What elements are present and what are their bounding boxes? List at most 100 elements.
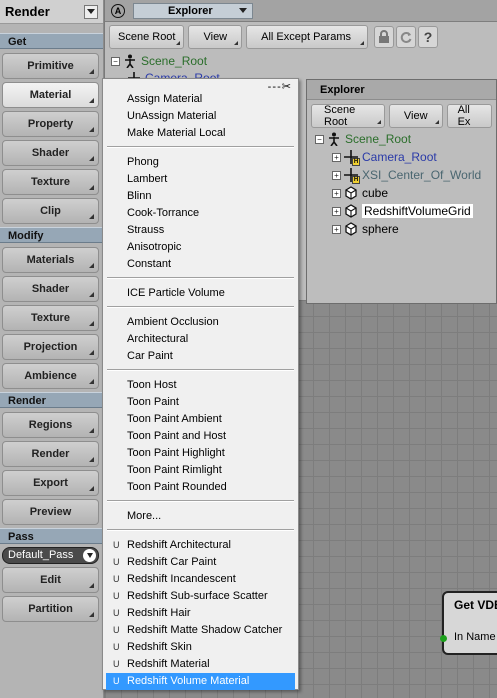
expand-icon[interactable]: +: [332, 188, 341, 198]
pass-select[interactable]: Default_Pass: [2, 547, 99, 564]
toolbar-title-bar[interactable]: Render: [0, 0, 103, 24]
button-ambience[interactable]: Ambience: [2, 363, 99, 389]
button-texture[interactable]: Texture: [2, 169, 99, 195]
menu-item-car-paint[interactable]: Car Paint: [106, 348, 295, 365]
button-preview[interactable]: Preview: [2, 499, 99, 525]
view-button[interactable]: View: [188, 25, 243, 49]
button-materials[interactable]: Materials: [2, 247, 99, 273]
tree-row[interactable]: + H XSI_Center_Of_World: [332, 168, 482, 184]
get-vdb-node[interactable]: Get VDB In Name: [440, 591, 497, 655]
menu-item-toon-paint-rounded[interactable]: Toon Paint Rounded: [106, 479, 295, 496]
button-regions[interactable]: Regions: [2, 412, 99, 438]
menu-item-toon-host[interactable]: Toon Host: [106, 377, 295, 394]
button-label: Edit: [40, 574, 61, 586]
filter-label: All Ex: [457, 104, 471, 128]
menu-item-label: Cook-Torrance: [127, 207, 200, 219]
menu-item-toon-paint-ambient[interactable]: Toon Paint Ambient: [106, 411, 295, 428]
menu-item-redshift-car-paint[interactable]: U Redshift Car Paint: [106, 554, 295, 571]
menu-item-redshift-sub-surface-scatter[interactable]: U Redshift Sub-surface Scatter: [106, 588, 295, 605]
button-label: Preview: [29, 506, 72, 518]
menu-item-lambert[interactable]: Lambert: [106, 171, 295, 188]
tree-label: XSI_Center_Of_World: [362, 168, 482, 182]
menu-item-toon-paint-highlight[interactable]: Toon Paint Highlight: [106, 445, 295, 462]
scene-root-button[interactable]: Scene Root: [109, 25, 185, 49]
refresh-icon[interactable]: [396, 26, 417, 48]
scene-root-button[interactable]: Scene Root: [311, 104, 385, 128]
tree-row[interactable]: + H Camera_Root: [332, 150, 437, 166]
explorer-back-tab[interactable]: Explorer: [133, 2, 253, 19]
filter-button[interactable]: All Ex: [446, 104, 492, 128]
menu-item-label: Toon Paint Rimlight: [127, 464, 222, 476]
tree-row[interactable]: − Scene_Root: [111, 54, 207, 68]
menu-item-redshift-incandescent[interactable]: U Redshift Incandescent: [106, 571, 295, 588]
toolbar-menu-dropdown[interactable]: [84, 4, 98, 19]
tree-row[interactable]: + sphere: [332, 222, 399, 236]
corner-arrow-icon: [376, 120, 381, 124]
menu-item-redshift-material[interactable]: U Redshift Material: [106, 656, 295, 673]
tree-row[interactable]: − Scene_Root: [315, 132, 411, 147]
menu-item-label: Strauss: [127, 224, 165, 236]
menu-item-redshift-architectural[interactable]: U Redshift Architectural: [106, 537, 295, 554]
button-property[interactable]: Property: [2, 111, 99, 137]
menu-item-make-material-local[interactable]: Make Material Local: [106, 125, 295, 142]
redshift-shader-icon: U: [113, 574, 120, 584]
button-texture[interactable]: Texture: [2, 305, 99, 331]
collapse-icon[interactable]: −: [111, 56, 120, 66]
pass-select-value: Default_Pass: [8, 549, 74, 561]
expand-icon[interactable]: +: [332, 206, 341, 216]
button-primitive[interactable]: Primitive: [2, 53, 99, 79]
menu-item-cook-torrance[interactable]: Cook-Torrance: [106, 205, 295, 222]
a-badge-icon[interactable]: A: [111, 3, 125, 18]
expand-icon[interactable]: +: [332, 224, 341, 234]
corner-arrow-icon: [234, 41, 239, 45]
menu-item-redshift-volume-material[interactable]: U Redshift Volume Material: [106, 673, 295, 690]
menu-item-unassign-material[interactable]: UnAssign Material: [106, 108, 295, 125]
corner-arrow-icon: [176, 41, 181, 45]
button-projection[interactable]: Projection: [2, 334, 99, 360]
button-shader[interactable]: Shader: [2, 140, 99, 166]
menu-item-strauss[interactable]: Strauss: [106, 222, 295, 239]
menu-item-ice-particle-volume[interactable]: ICE Particle Volume: [106, 285, 295, 302]
null-icon: H: [344, 150, 360, 166]
menu-item-architectural[interactable]: Architectural: [106, 331, 295, 348]
button-partition[interactable]: Partition: [2, 596, 99, 622]
button-clip[interactable]: Clip: [2, 198, 99, 224]
redshift-shader-icon: U: [113, 540, 120, 550]
input-port-icon[interactable]: [440, 635, 447, 642]
button-material[interactable]: Material: [2, 82, 99, 108]
menu-item-constant[interactable]: Constant: [106, 256, 295, 273]
menu-item-more[interactable]: More...: [106, 508, 295, 525]
expand-icon[interactable]: +: [332, 152, 341, 162]
null-icon: H: [344, 168, 360, 184]
menu-item-label: Toon Paint: [127, 396, 179, 408]
menu-item-blinn[interactable]: Blinn: [106, 188, 295, 205]
button-export[interactable]: Export: [2, 470, 99, 496]
collapse-icon[interactable]: −: [315, 134, 324, 144]
tree-row[interactable]: + cube: [332, 186, 388, 200]
view-label: View: [203, 31, 228, 43]
menu-item-phong[interactable]: Phong: [106, 154, 295, 171]
menu-item-toon-paint[interactable]: Toon Paint: [106, 394, 295, 411]
menu-item-redshift-skin[interactable]: U Redshift Skin: [106, 639, 295, 656]
button-render[interactable]: Render: [2, 441, 99, 467]
lock-icon[interactable]: [374, 26, 395, 48]
corner-arrow-icon: [89, 263, 94, 268]
help-icon[interactable]: ?: [418, 26, 439, 48]
button-label: Materials: [26, 254, 75, 266]
menu-item-toon-paint-rimlight[interactable]: Toon Paint Rimlight: [106, 462, 295, 479]
button-shader[interactable]: Shader: [2, 276, 99, 302]
view-button[interactable]: View: [388, 104, 443, 128]
menu-item-redshift-matte-shadow-catcher[interactable]: U Redshift Matte Shadow Catcher: [106, 622, 295, 639]
filter-button[interactable]: All Except Params: [246, 25, 369, 49]
button-edit[interactable]: Edit: [2, 567, 99, 593]
menu-item-anisotropic[interactable]: Anisotropic: [106, 239, 295, 256]
menu-separator: [107, 277, 294, 279]
filter-label: All Except Params: [261, 31, 352, 43]
expand-icon[interactable]: +: [332, 170, 341, 180]
menu-item-ambient-occlusion[interactable]: Ambient Occlusion: [106, 314, 295, 331]
menu-item-assign-material[interactable]: Assign Material: [106, 91, 295, 108]
tree-row[interactable]: + RedshiftVolumeGrid: [332, 204, 473, 218]
menu-item-toon-paint-and-host[interactable]: Toon Paint and Host: [106, 428, 295, 445]
menu-item-redshift-hair[interactable]: U Redshift Hair: [106, 605, 295, 622]
chevron-down-icon: [86, 553, 93, 558]
